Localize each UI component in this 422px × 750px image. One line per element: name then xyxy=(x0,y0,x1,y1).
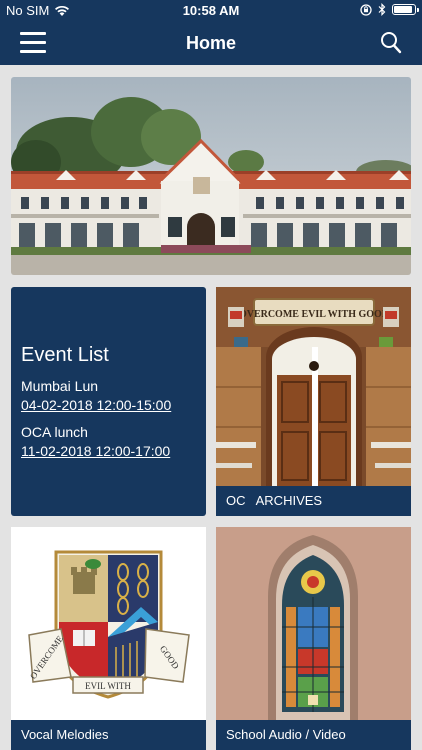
search-icon[interactable] xyxy=(380,31,402,55)
school-crest-image: OVERCOME EVIL WITH GOOD xyxy=(28,550,190,699)
status-right xyxy=(360,3,419,16)
school-audio-video-tile[interactable]: School Audio / Video xyxy=(216,527,411,750)
archives-door-image: OVERCOME EVIL WITH GOOD xyxy=(216,287,411,486)
bluetooth-icon xyxy=(378,3,386,16)
crest-motto-center: EVIL WITH xyxy=(85,681,131,691)
event-list-item[interactable]: OCA lunch 11-02-2018 12:00-17:00 xyxy=(21,424,170,459)
page-title: Home xyxy=(185,33,236,53)
event-time-link[interactable]: 04-02-2018 12:00-15:00 xyxy=(21,397,171,413)
school-audio-video-tile-label: School Audio / Video xyxy=(216,720,411,750)
event-list-title: Event List xyxy=(21,344,109,366)
status-time: 10:58 AM xyxy=(182,3,240,18)
battery-fill xyxy=(394,6,412,13)
top-navbar: Home xyxy=(0,22,422,65)
status-bar: No SIM 10:58 AM xyxy=(0,0,422,22)
archives-tile[interactable]: OVERCOME EVIL WITH GOOD OC ARCHIVES xyxy=(216,287,411,516)
event-list-item[interactable]: Mumbai Lun 04-02-2018 12:00-15:00 xyxy=(21,378,171,413)
event-time-link[interactable]: 11-02-2018 12:00-17:00 xyxy=(21,443,170,459)
school-building-banner[interactable] xyxy=(11,77,411,275)
event-list-panel[interactable]: Event List Mumbai Lun 04-02-2018 12:00-1… xyxy=(11,287,206,516)
event-name: OCA lunch xyxy=(21,424,88,440)
door-sign-text: OVERCOME EVIL WITH GOOD xyxy=(239,309,389,320)
event-name: Mumbai Lun xyxy=(21,378,99,394)
vocal-melodies-tile[interactable]: OVERCOME EVIL WITH GOOD Vocal Melodies xyxy=(11,527,206,750)
stained-glass-window-image xyxy=(216,527,411,720)
battery-icon xyxy=(392,4,419,15)
orientation-lock-icon xyxy=(360,3,372,16)
vocal-melodies-tile-label: Vocal Melodies xyxy=(11,720,206,750)
archives-tile-label: OC ARCHIVES xyxy=(216,486,411,516)
